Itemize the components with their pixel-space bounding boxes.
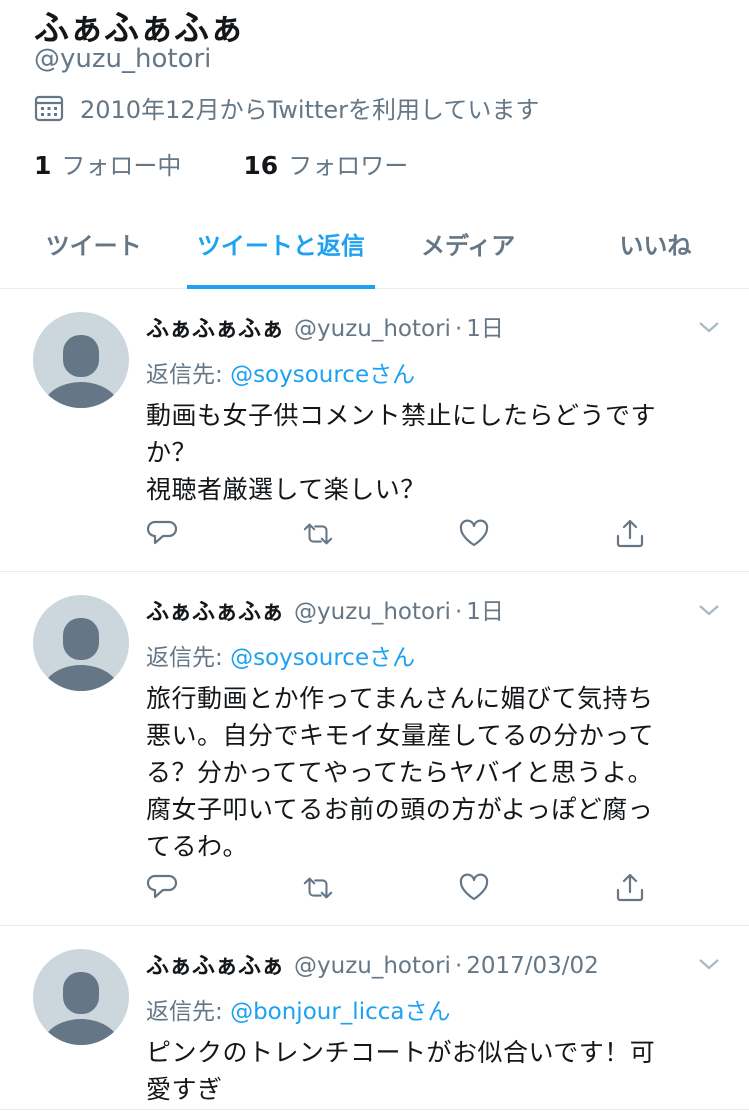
- tweet-text-line: 悪い。自分でキモイ女量産してるの分かって: [146, 721, 655, 750]
- tweet-author-name[interactable]: ふぁふぁふぁ: [146, 309, 284, 343]
- reply-icon: [146, 874, 178, 899]
- share-icon: [616, 873, 644, 902]
- share-icon: [616, 519, 644, 548]
- reply-mention[interactable]: @soysourceさん: [230, 645, 415, 671]
- default-avatar-icon: [41, 972, 121, 1045]
- tweet-text-line: か？: [146, 438, 198, 467]
- retweet-icon: [303, 877, 333, 899]
- tab-tweets-and-replies[interactable]: ツイートと返信: [187, 198, 375, 289]
- tweet-text-line: ピンクのトレンチコートがお似合いです！可: [146, 1038, 656, 1067]
- tab-media[interactable]: メディア: [375, 198, 562, 288]
- tweet-actions: [146, 872, 646, 904]
- tweet-text-line: てるわ。: [146, 832, 249, 861]
- tweet-separator: ·: [454, 316, 463, 342]
- profile-joined: 2010年12月からTwitterを利用しています: [34, 90, 539, 125]
- tweet-author-name[interactable]: ふぁふぁふぁ: [146, 946, 284, 980]
- reply-mention[interactable]: @soysourceさん: [230, 362, 415, 388]
- calendar-icon: [34, 95, 64, 121]
- retweet-button[interactable]: [302, 518, 334, 550]
- profile-tabs: ツイート ツイートと返信 メディア いいね: [0, 198, 749, 289]
- profile-handle: @yuzu_hotori: [34, 44, 212, 74]
- tweet-text-line: 腐女子叩いてるお前の頭の方がよっぽど腐っ: [146, 795, 654, 824]
- following-label: フォロー中: [61, 152, 182, 180]
- following-count: 1: [34, 151, 52, 180]
- reply-context: 返信先: @bonjour_liccaさん: [146, 992, 709, 1026]
- avatar[interactable]: [33, 595, 129, 691]
- tweet-item[interactable]: ふぁふぁふぁ @yuzu_hotori · 1日 返信先: @soysource…: [0, 572, 749, 926]
- tweet-text: 動画も女子供コメント禁止にしたらどうです か？ 視聴者厳選して楽しい？: [146, 397, 709, 508]
- tweet-timestamp[interactable]: 1日: [466, 309, 504, 343]
- tweet-separator: ·: [454, 953, 463, 979]
- avatar[interactable]: [33, 312, 129, 408]
- share-button[interactable]: [614, 872, 646, 904]
- joined-text: 2010年12月からTwitterを利用しています: [80, 96, 540, 124]
- tweet-author-handle[interactable]: @yuzu_hotori: [294, 316, 451, 342]
- heart-icon: [459, 873, 489, 901]
- reply-mention[interactable]: @bonjour_liccaさん: [230, 999, 450, 1025]
- like-button[interactable]: [458, 518, 490, 550]
- tweet-text-line: 愛すぎ: [146, 1075, 223, 1104]
- followers-label: フォロワー: [288, 152, 409, 180]
- tweet-actions: [146, 518, 646, 550]
- reply-prefix: 返信先:: [146, 362, 231, 388]
- reply-prefix: 返信先:: [146, 999, 231, 1025]
- tweet-text-line: 旅行動画とか作ってまんさんに媚びて気持ち: [146, 684, 654, 713]
- tweet-text-line: る？分かっててやってたらヤバイと思うよ。: [146, 758, 654, 787]
- tweet-timestamp[interactable]: 2017/03/02: [466, 953, 599, 979]
- reply-context: 返信先: @soysourceさん: [146, 355, 709, 389]
- tweet-author-name[interactable]: ふぁふぁふぁ: [146, 592, 284, 626]
- following-link[interactable]: 1 フォロー中: [34, 146, 181, 181]
- tweet-item[interactable]: ふぁふぁふぁ @yuzu_hotori · 2017/03/02 返信先: @b…: [0, 926, 749, 1110]
- reply-context: 返信先: @soysourceさん: [146, 638, 709, 672]
- tweet-text: ピンクのトレンチコートがお似合いです！可 愛すぎ: [146, 1034, 709, 1108]
- reply-button[interactable]: [146, 518, 178, 550]
- tweet-item[interactable]: ふぁふぁふぁ @yuzu_hotori · 1日 返信先: @soysource…: [0, 289, 749, 572]
- followers-link[interactable]: 16 フォロワー: [243, 146, 408, 181]
- tweet-text-line: 視聴者厳選して楽しい？: [146, 475, 426, 504]
- tweet-separator: ·: [454, 599, 463, 625]
- retweet-button[interactable]: [302, 872, 334, 904]
- reply-icon: [146, 520, 178, 545]
- share-button[interactable]: [614, 518, 646, 550]
- follow-counts: 1 フォロー中 16 フォロワー: [34, 146, 470, 181]
- tweet-text-line: 動画も女子供コメント禁止にしたらどうです: [146, 401, 657, 430]
- retweet-icon: [303, 523, 333, 545]
- heart-icon: [459, 519, 489, 547]
- followers-count: 16: [243, 151, 279, 180]
- tweet-author-handle[interactable]: @yuzu_hotori: [294, 599, 451, 625]
- reply-prefix: 返信先:: [146, 645, 231, 671]
- tab-likes[interactable]: いいね: [562, 198, 749, 288]
- avatar[interactable]: [33, 949, 129, 1045]
- default-avatar-icon: [41, 618, 121, 691]
- tweet-timestamp[interactable]: 1日: [466, 592, 504, 626]
- default-avatar-icon: [41, 335, 121, 408]
- tweet-author-handle[interactable]: @yuzu_hotori: [294, 953, 451, 979]
- tweet-text: 旅行動画とか作ってまんさんに媚びて気持ち 悪い。自分でキモイ女量産してるの分かっ…: [146, 680, 709, 865]
- tab-tweets[interactable]: ツイート: [0, 198, 187, 288]
- reply-button[interactable]: [146, 872, 178, 904]
- like-button[interactable]: [458, 872, 490, 904]
